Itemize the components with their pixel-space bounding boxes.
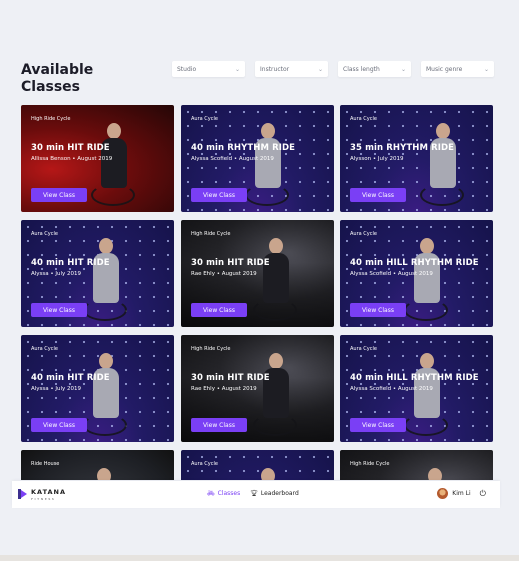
class-card[interactable]: Aura Cycle 40 min HILL RHYTHM RIDE Alyssa … [340, 220, 493, 327]
class-card[interactable]: Aura Cycle 40 min HIT RIDE Alyssa • July 2… [21, 220, 174, 327]
nav-classes[interactable]: 🚲︎ Classes [207, 490, 240, 497]
class-category: High Ride Cycle [31, 116, 71, 122]
class-card[interactable]: Aura Cycle 35 min RHYTHM RIDE Alysson • Ju… [340, 105, 493, 212]
view-class-button[interactable]: View Class [31, 418, 87, 432]
view-class-button[interactable]: View Class [350, 303, 406, 317]
class-category: Ride House [31, 461, 60, 467]
class-card[interactable]: Aura Cycle 40 min HILL RHYTHM RIDE Alyssa … [340, 335, 493, 442]
page-bottom-edge [0, 555, 519, 561]
instructor-photo [420, 468, 450, 480]
nav-classes-label: Classes [217, 490, 241, 497]
class-card[interactable]: High Ride Cycle 30 min HIT RIDE Allissa Be… [21, 105, 174, 212]
view-class-button[interactable]: View Class [191, 303, 247, 317]
music-genre-filter[interactable]: Music genre ⌄ [421, 61, 494, 77]
class-meta: Alyssa Scofield • August 2019 [191, 156, 274, 162]
class-category: High Ride Cycle [191, 231, 231, 237]
class-card[interactable]: Aura Cycle 40 min HIT RIDE Alyssa • July 2… [21, 335, 174, 442]
user-name: Kim Li [452, 490, 471, 497]
filter-bar: Studio ⌄ Instructor ⌄ Class length ⌄ Mus… [172, 61, 494, 77]
class-name: 40 min HIT RIDE [31, 373, 110, 383]
nav-leaderboard[interactable]: 🏆︎ Leaderboard [250, 490, 299, 497]
view-class-button[interactable]: View Class [350, 418, 406, 432]
class-card[interactable]: Aura Cycle 40 min RHYTHM RIDE Alyssa Scofi… [181, 105, 334, 212]
chevron-down-icon: ⌄ [234, 65, 240, 73]
bike-icon: 🚲︎ [207, 490, 215, 497]
class-category: High Ride Cycle [191, 346, 231, 352]
class-meta: Rae Ehly • August 2019 [191, 386, 257, 392]
bike-image [245, 184, 289, 206]
class-card[interactable]: High Ride Cycle 30 min HIT RIDE Rae Ehly •… [181, 220, 334, 327]
class-length-filter-label: Class length [343, 65, 380, 73]
class-name: 30 min HIT RIDE [191, 373, 270, 383]
class-category: Aura Cycle [191, 461, 218, 467]
katana-logo[interactable]: KATANA FITNESS [18, 489, 66, 503]
instructor-filter-label: Instructor [260, 65, 290, 73]
class-card[interactable]: Ride House [21, 450, 174, 480]
class-meta: Alyssa • July 2019 [31, 386, 82, 392]
logo-text: KATANA [31, 488, 66, 496]
music-genre-filter-label: Music genre [426, 65, 463, 73]
class-meta: Alyssa Scofield • August 2019 [350, 271, 433, 277]
class-grid: High Ride Cycle 30 min HIT RIDE Allissa Be… [21, 105, 493, 480]
class-name: 30 min HIT RIDE [31, 143, 110, 153]
katana-logo-icon [18, 489, 27, 499]
view-class-button[interactable]: View Class [31, 303, 87, 317]
class-card[interactable]: High Ride Cycle [340, 450, 493, 480]
user-menu[interactable]: Kim Li ⏻ [437, 488, 486, 499]
class-meta: Rae Ehly • August 2019 [191, 271, 257, 277]
class-category: Aura Cycle [350, 116, 377, 122]
chevron-down-icon: ⌄ [317, 65, 323, 73]
bike-image [253, 414, 297, 436]
class-card[interactable]: Aura Cycle [181, 450, 334, 480]
main-nav: 🚲︎ Classes 🏆︎ Leaderboard [207, 490, 299, 497]
power-icon[interactable]: ⏻ [480, 489, 486, 499]
class-category: Aura Cycle [31, 346, 58, 352]
logo-subtext: FITNESS [31, 497, 56, 501]
chevron-down-icon: ⌄ [400, 65, 406, 73]
trophy-icon: 🏆︎ [250, 490, 258, 497]
chevron-down-icon: ⌄ [483, 65, 489, 73]
bike-image [404, 299, 448, 321]
class-meta: Alyssa Scofield • August 2019 [350, 386, 433, 392]
bike-image [420, 184, 464, 206]
instructor-filter[interactable]: Instructor ⌄ [255, 61, 328, 77]
bike-image [83, 414, 127, 436]
class-name: 40 min HILL RHYTHM RIDE [350, 258, 479, 268]
class-card[interactable]: High Ride Cycle 30 min HIT RIDE Rae Ehly •… [181, 335, 334, 442]
class-meta: Alyssa • July 2019 [31, 271, 82, 277]
class-length-filter[interactable]: Class length ⌄ [338, 61, 411, 77]
class-name: 40 min HIT RIDE [31, 258, 110, 268]
class-name: 35 min RHYTHM RIDE [350, 143, 455, 153]
class-meta: Allissa Benson • August 2019 [31, 156, 113, 162]
class-category: Aura Cycle [350, 231, 377, 237]
class-category: Aura Cycle [191, 116, 218, 122]
class-category: High Ride Cycle [350, 461, 390, 467]
instructor-photo [253, 468, 283, 480]
class-name: 30 min HIT RIDE [191, 258, 270, 268]
class-meta: Alysson • July 2019 [350, 156, 404, 162]
avatar[interactable] [437, 488, 449, 499]
view-class-button[interactable]: View Class [31, 188, 87, 202]
view-class-button[interactable]: View Class [191, 188, 247, 202]
bike-image [83, 299, 127, 321]
view-class-button[interactable]: View Class [191, 418, 247, 432]
bottom-nav-bar: KATANA FITNESS 🚲︎ Classes 🏆︎ Leaderboard… [12, 481, 500, 508]
nav-leaderboard-label: Leaderboard [260, 490, 299, 497]
page-title: Available Classes [21, 62, 94, 95]
bike-image [253, 299, 297, 321]
class-category: Aura Cycle [350, 346, 377, 352]
studio-filter-label: Studio [177, 65, 197, 73]
view-class-button[interactable]: View Class [350, 188, 406, 202]
class-category: Aura Cycle [31, 231, 58, 237]
bike-image [404, 414, 448, 436]
class-name: 40 min RHYTHM RIDE [191, 143, 296, 153]
class-name: 40 min HILL RHYTHM RIDE [350, 373, 479, 383]
studio-filter[interactable]: Studio ⌄ [172, 61, 245, 77]
bike-image [91, 184, 135, 206]
instructor-photo [89, 468, 119, 480]
